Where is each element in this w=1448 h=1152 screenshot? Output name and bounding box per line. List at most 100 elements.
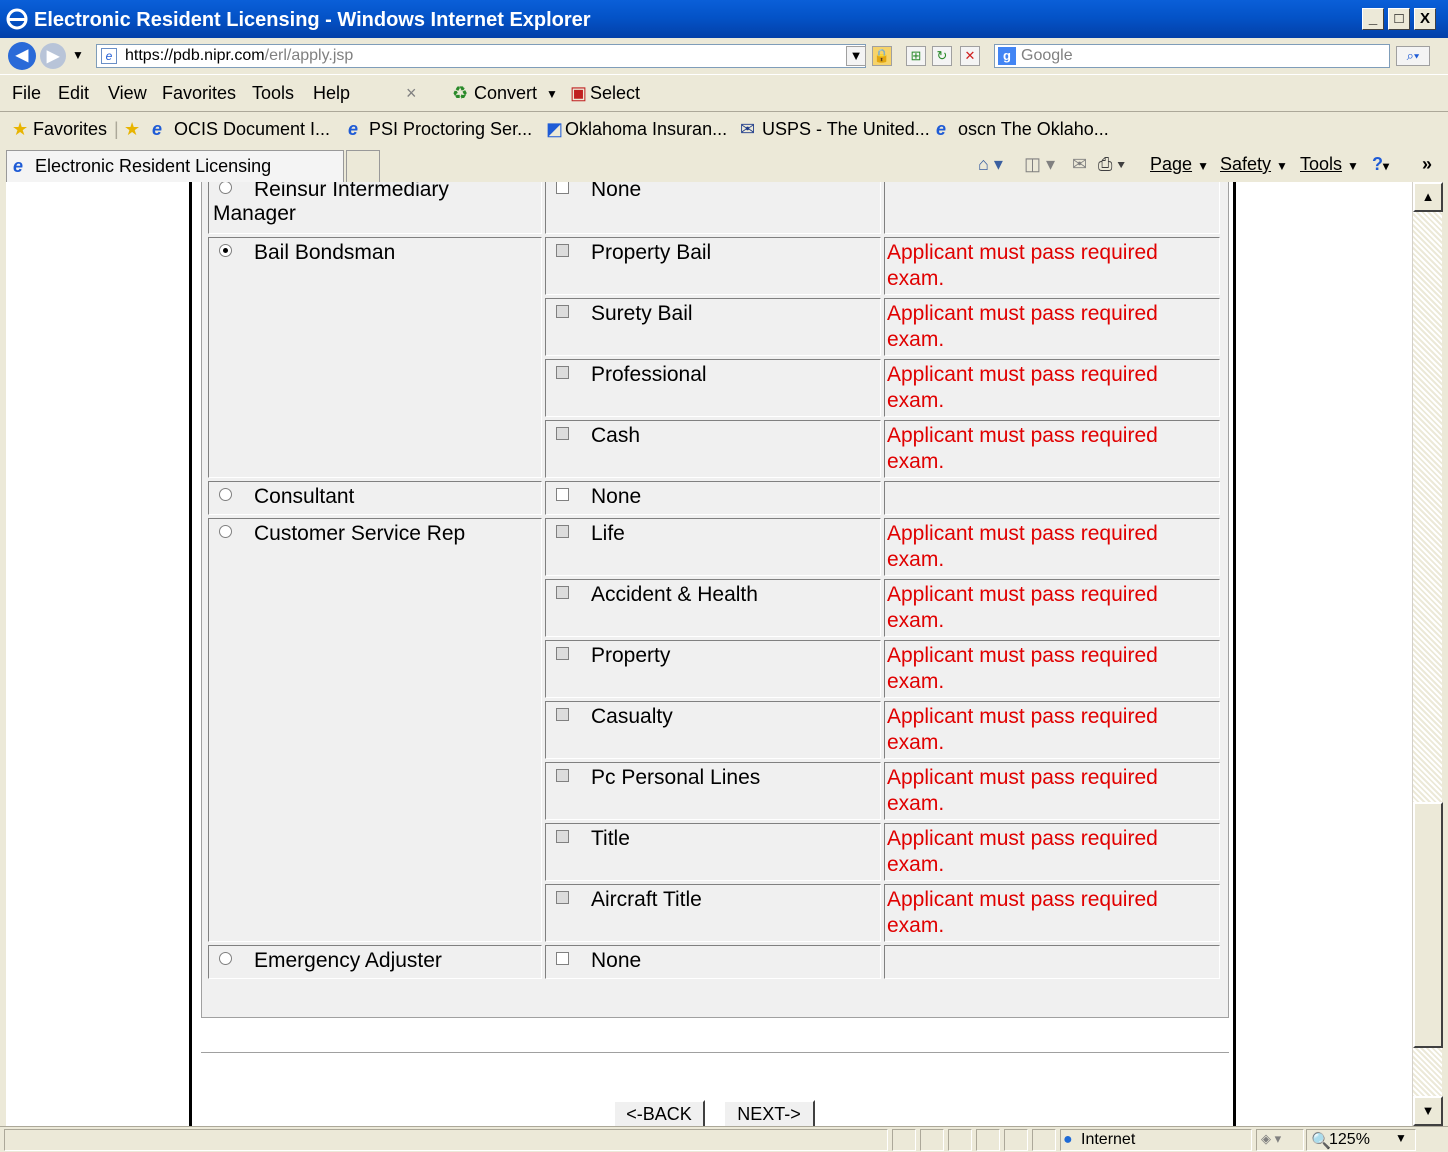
select-button[interactable]: Select: [590, 83, 640, 104]
next-button[interactable]: NEXT->: [723, 1100, 815, 1126]
table-row: Customer Service Rep Life Applicant must p…: [208, 518, 1220, 942]
license-type-radio[interactable]: [219, 182, 232, 194]
history-dropdown-icon[interactable]: ▼: [72, 48, 84, 62]
menu-view[interactable]: View: [108, 83, 147, 104]
ie-page-icon: e: [152, 119, 163, 139]
page-icon: e: [101, 48, 117, 64]
license-type-cell: Bail Bondsman: [208, 237, 542, 478]
line-of-authority-cell: Cash: [545, 420, 881, 478]
line-of-authority-label: Aircraft Title: [591, 888, 702, 911]
scroll-down-icon[interactable]: ▼: [1413, 1096, 1443, 1126]
tools-menu-label: Tools: [1300, 154, 1343, 174]
scroll-thumb[interactable]: [1413, 802, 1443, 1048]
separator: |: [114, 119, 119, 139]
license-type-radio[interactable]: [219, 952, 232, 965]
search-input[interactable]: g Google: [994, 44, 1390, 68]
line-of-authority-label: Cash: [591, 424, 641, 447]
menu-help[interactable]: Help: [313, 83, 350, 104]
protected-mode-icon: ◈ ▾: [1261, 1131, 1282, 1146]
exam-required-message: Applicant must pass required exam.: [887, 583, 1158, 632]
menu-tools[interactable]: Tools: [252, 83, 294, 104]
message-cell: [884, 945, 1220, 979]
add-favorite-icon[interactable]: ★: [124, 119, 140, 140]
zone-pane[interactable]: ● Internet: [1060, 1129, 1252, 1151]
line-of-authority-label: Surety Bail: [591, 302, 693, 325]
safety-menu-label: Safety: [1220, 154, 1272, 174]
line-of-authority-checkbox[interactable]: [556, 952, 569, 965]
page-menu[interactable]: Page ▼: [1150, 154, 1209, 175]
title-bar[interactable]: Electronic Resident Licensing - Windows …: [0, 0, 1448, 38]
close-toolbar-icon[interactable]: ×: [406, 83, 417, 104]
page-content: Reinsur Intermediary Manager None Bail Bon…: [189, 182, 1236, 1126]
line-of-authority-label: Casualty: [591, 705, 673, 728]
print-icon[interactable]: ⎙ ▾: [1098, 154, 1125, 175]
mail-icon[interactable]: ✉: [1072, 154, 1087, 175]
message-cell: Applicant must pass required exam.: [884, 420, 1220, 478]
refresh-icon[interactable]: ↻: [932, 46, 952, 66]
fav-link-oscn[interactable]: oscn The Oklaho...: [958, 119, 1109, 140]
license-type-label: Consultant: [254, 485, 355, 508]
lock-icon[interactable]: 🔒: [872, 46, 892, 66]
convert-button[interactable]: Convert: [474, 83, 537, 104]
fav-link-psi[interactable]: PSI Proctoring Ser...: [369, 119, 532, 140]
menu-edit[interactable]: Edit: [58, 83, 89, 104]
help-icon[interactable]: ?▾: [1372, 154, 1389, 175]
home-icon[interactable]: ⌂ ▾: [978, 154, 1003, 175]
tab-active[interactable]: e Electronic Resident Licensing: [6, 150, 344, 182]
message-cell: Applicant must pass required exam.: [884, 298, 1220, 356]
exam-required-message: Applicant must pass required exam.: [887, 302, 1158, 351]
license-type-radio[interactable]: [219, 244, 232, 257]
exam-required-message: Applicant must pass required exam.: [887, 705, 1158, 754]
zoom-icon: 🔍: [1311, 1133, 1331, 1150]
safety-menu[interactable]: Safety ▼: [1220, 154, 1288, 175]
line-of-authority-label: Professional: [591, 363, 707, 386]
select-icon: ▣: [570, 83, 588, 103]
address-dropdown-icon[interactable]: ▼: [846, 46, 866, 66]
line-of-authority-cell: None: [545, 945, 881, 979]
scroll-up-icon[interactable]: ▲: [1413, 182, 1443, 212]
forward-nav-button[interactable]: ▶: [40, 43, 66, 69]
line-of-authority-cell: None: [545, 481, 881, 515]
convert-dropdown-icon[interactable]: ▼: [546, 87, 558, 101]
maximize-button[interactable]: □: [1388, 8, 1410, 30]
menu-favorites[interactable]: Favorites: [162, 83, 236, 104]
close-button[interactable]: X: [1414, 8, 1436, 30]
favorites-button[interactable]: Favorites: [33, 119, 107, 140]
line-of-authority-checkbox[interactable]: [556, 488, 569, 501]
line-of-authority-checkbox[interactable]: [556, 182, 569, 194]
compatibility-icon[interactable]: ⊞: [906, 46, 926, 66]
license-type-cell: Customer Service Rep: [208, 518, 542, 942]
back-button[interactable]: <-BACK: [613, 1100, 705, 1126]
zoom-dropdown-icon[interactable]: ▼: [1395, 1131, 1407, 1145]
minimize-button[interactable]: _: [1362, 8, 1384, 30]
menu-file[interactable]: File: [12, 83, 41, 104]
line-of-authority-checkbox: [556, 244, 569, 257]
license-type-radio[interactable]: [219, 525, 232, 538]
exam-required-message: Applicant must pass required exam.: [887, 644, 1158, 693]
fav-link-ocis[interactable]: OCIS Document I...: [174, 119, 330, 140]
line-of-authority-label: Property: [591, 644, 671, 667]
message-cell: Applicant must pass required exam.: [884, 518, 1220, 576]
back-nav-button[interactable]: ◀: [8, 42, 36, 70]
fav-link-usps[interactable]: USPS - The United...: [762, 119, 930, 140]
stop-icon[interactable]: ✕: [960, 46, 980, 66]
search-button[interactable]: ⌕▾: [1396, 46, 1430, 66]
fav-link-oklahoma[interactable]: Oklahoma Insuran...: [565, 119, 727, 140]
table-row: Bail Bondsman Property Bail Applicant must…: [208, 237, 1220, 478]
new-tab-button[interactable]: [346, 150, 380, 182]
message-cell: [884, 182, 1220, 234]
tools-menu[interactable]: Tools ▼: [1300, 154, 1359, 175]
ie-window: Electronic Resident Licensing - Windows …: [0, 0, 1448, 1152]
table-row: Emergency Adjuster None: [208, 945, 1220, 979]
feeds-icon[interactable]: ◫ ▾: [1024, 154, 1055, 175]
zoom-pane[interactable]: 🔍 125% ▼: [1306, 1129, 1416, 1151]
address-bar[interactable]: e https://pdb.nipr.com/erl/apply.jsp: [96, 44, 866, 68]
license-type-radio[interactable]: [219, 488, 232, 501]
line-of-authority-label: Title: [591, 827, 630, 850]
more-commands-icon[interactable]: »: [1422, 154, 1432, 175]
protected-mode-pane[interactable]: ◈ ▾: [1256, 1129, 1304, 1151]
exam-required-message: Applicant must pass required exam.: [887, 241, 1158, 290]
license-type-label: Emergency Adjuster: [254, 949, 442, 972]
message-cell: Applicant must pass required exam.: [884, 762, 1220, 820]
vertical-scrollbar[interactable]: ▲ ▼: [1412, 182, 1443, 1126]
